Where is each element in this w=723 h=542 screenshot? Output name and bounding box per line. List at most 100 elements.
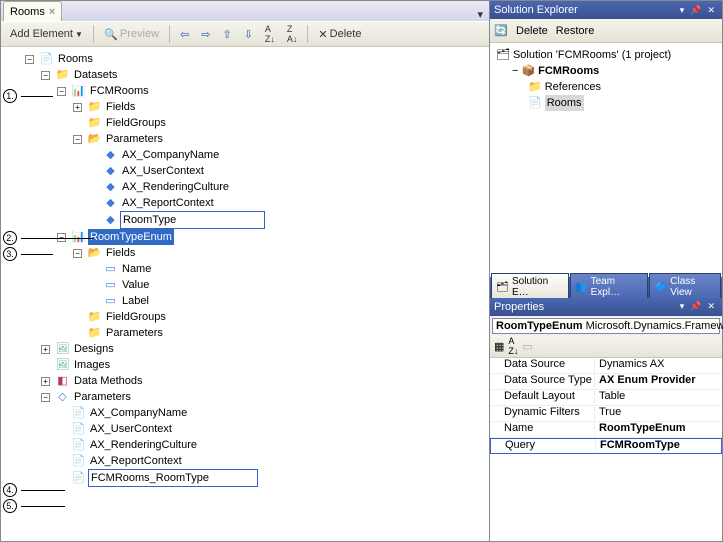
tree-fieldgroups[interactable]: 📁FieldGroups bbox=[73, 115, 489, 131]
params-icon: ◇ bbox=[55, 390, 70, 404]
tree-fields2[interactable]: −📂Fields bbox=[73, 245, 489, 261]
tree-parameters[interactable]: −📂Parameters bbox=[73, 131, 489, 147]
properties-object-selector[interactable]: RoomTypeEnum Microsoft.Dynamics.Framew ▼ bbox=[492, 318, 720, 334]
param-icon: ◆ bbox=[103, 164, 118, 178]
tab-overflow-button[interactable]: ▾ bbox=[471, 8, 489, 21]
tree-datamethods[interactable]: +◧Data Methods bbox=[41, 373, 489, 389]
expand-icon[interactable]: + bbox=[41, 377, 50, 386]
sort-desc-button[interactable]: ZA↓ bbox=[282, 21, 303, 47]
tree-p-room[interactable]: 📄FCMRooms_RoomType bbox=[57, 469, 489, 487]
tree-label[interactable]: ▭Label bbox=[89, 293, 489, 309]
tree-ax-company[interactable]: ◆AX_CompanyName bbox=[89, 147, 489, 163]
tree-parameters2[interactable]: −◇Parameters bbox=[41, 389, 489, 405]
tree-name[interactable]: ▭Name bbox=[89, 261, 489, 277]
prop-value[interactable]: Table bbox=[595, 390, 722, 405]
method-icon: ◧ bbox=[55, 374, 70, 388]
se-solution[interactable]: 🗂Solution 'FCMRooms' (1 project) bbox=[496, 47, 718, 63]
tree-p-ax-report[interactable]: 📄AX_ReportContext bbox=[57, 453, 489, 469]
designs-icon: 🖼 bbox=[55, 342, 70, 356]
sort-icon[interactable]: AZ↓ bbox=[508, 336, 518, 356]
sort-asc-button[interactable]: AZ↓ bbox=[260, 21, 280, 47]
callout-2: 2. bbox=[3, 231, 17, 245]
tree-ax-culture[interactable]: ◆AX_RenderingCulture bbox=[89, 179, 489, 195]
collapse-icon[interactable]: − bbox=[57, 233, 66, 242]
param-file-icon: 📄 bbox=[71, 422, 86, 436]
tree-fields[interactable]: +📁Fields bbox=[73, 99, 489, 115]
panel-menu-icon[interactable]: ▾ bbox=[677, 5, 688, 16]
pin-icon[interactable]: 📌 bbox=[687, 301, 704, 312]
pin-icon[interactable]: 📌 bbox=[687, 5, 704, 16]
collapse-icon[interactable]: − bbox=[41, 393, 50, 402]
folder-icon: 📁 bbox=[87, 310, 102, 324]
close-tab-icon[interactable]: × bbox=[49, 6, 55, 18]
model-tree[interactable]: 1. 2. 3. 4. 5. −📄Rooms −📁Datasets −📊FCMR… bbox=[1, 47, 489, 541]
se-restore-button[interactable]: Restore bbox=[556, 25, 595, 37]
folder-icon: 📁 bbox=[87, 100, 102, 114]
add-element-button[interactable]: Add Element ▼ bbox=[5, 25, 88, 43]
tree-p-ax-company[interactable]: 📄AX_CompanyName bbox=[57, 405, 489, 421]
tree-designs[interactable]: +🖼Designs bbox=[41, 341, 489, 357]
search-icon: 🔍 bbox=[104, 28, 118, 41]
nav-down-button[interactable]: ⇩ bbox=[239, 25, 258, 44]
tree-roomtype[interactable]: ◆RoomType bbox=[89, 211, 489, 229]
field-icon: ▭ bbox=[103, 294, 118, 308]
close-icon[interactable]: ✕ bbox=[704, 301, 718, 312]
tab-rooms-label: Rooms bbox=[10, 6, 45, 18]
tree-fcmrooms[interactable]: −📊FCMRooms bbox=[57, 83, 489, 99]
param-file-icon: 📄 bbox=[71, 454, 86, 468]
se-rooms[interactable]: 📄Rooms bbox=[528, 95, 718, 111]
param-file-icon: 📄 bbox=[71, 471, 86, 485]
param-file-icon: 📄 bbox=[71, 438, 86, 452]
tree-images[interactable]: 🖼Images bbox=[41, 357, 489, 373]
tree-ax-report[interactable]: ◆AX_ReportContext bbox=[89, 195, 489, 211]
se-project[interactable]: −📦FCMRooms bbox=[512, 63, 718, 79]
tree-roomtypeenum[interactable]: −📊RoomTypeEnum bbox=[57, 229, 489, 245]
se-references[interactable]: 📁References bbox=[528, 79, 718, 95]
solution-icon: 🗂 bbox=[496, 47, 510, 63]
prop-value[interactable]: True bbox=[595, 406, 722, 421]
nav-up-button[interactable]: ⇧ bbox=[217, 25, 236, 44]
callout-5: 5. bbox=[3, 499, 17, 513]
tree-p-ax-user[interactable]: 📄AX_UserContext bbox=[57, 421, 489, 437]
solution-explorer-toolbar: 🔄 Delete Restore bbox=[490, 19, 722, 43]
categorize-icon[interactable]: ▦ bbox=[494, 340, 504, 353]
nav-back-button[interactable]: ⇦ bbox=[175, 25, 194, 44]
collapse-icon[interactable]: − bbox=[512, 63, 518, 79]
delete-button[interactable]: ✕ Delete bbox=[313, 25, 366, 44]
field-icon: ▭ bbox=[103, 278, 118, 292]
tree-root[interactable]: −📄Rooms bbox=[25, 51, 489, 67]
tab-rooms[interactable]: Rooms × bbox=[3, 1, 62, 21]
callout-1: 1. bbox=[3, 89, 17, 103]
images-icon: 🖼 bbox=[55, 358, 70, 372]
tree-value[interactable]: ▭Value bbox=[89, 277, 489, 293]
panel-menu-icon[interactable]: ▾ bbox=[677, 301, 688, 312]
collapse-icon[interactable]: − bbox=[57, 87, 66, 96]
param-icon: ◆ bbox=[103, 148, 118, 162]
prop-value[interactable]: AX Enum Provider bbox=[595, 374, 722, 389]
refresh-icon[interactable]: 🔄 bbox=[494, 24, 508, 37]
tree-parameters3[interactable]: 📁Parameters bbox=[73, 325, 489, 341]
collapse-icon[interactable]: − bbox=[73, 135, 82, 144]
collapse-icon[interactable]: − bbox=[25, 55, 34, 64]
tree-ax-user[interactable]: ◆AX_UserContext bbox=[89, 163, 489, 179]
tree-datasets[interactable]: −📁Datasets bbox=[41, 67, 489, 83]
prop-value[interactable]: RoomTypeEnum bbox=[595, 422, 722, 437]
se-delete-button[interactable]: Delete bbox=[516, 25, 548, 37]
expand-icon[interactable]: + bbox=[41, 345, 50, 354]
preview-button[interactable]: 🔍Preview bbox=[99, 25, 164, 44]
callout-3: 3. bbox=[3, 247, 17, 261]
solution-explorer-tree[interactable]: 🗂Solution 'FCMRooms' (1 project) −📦FCMRo… bbox=[490, 43, 722, 277]
prop-value[interactable]: Dynamics AX bbox=[595, 358, 722, 373]
nav-fwd-button[interactable]: ⇨ bbox=[196, 25, 215, 44]
prop-value[interactable]: FCMRoomType bbox=[596, 439, 721, 453]
model-toolbar: Add Element ▼ 🔍Preview ⇦ ⇨ ⇧ ⇩ AZ↓ ZA↓ ✕… bbox=[1, 21, 489, 47]
class-view-icon: 🔷 bbox=[654, 282, 667, 293]
close-icon[interactable]: ✕ bbox=[704, 5, 718, 16]
collapse-icon[interactable]: − bbox=[73, 249, 82, 258]
tree-p-ax-culture[interactable]: 📄AX_RenderingCulture bbox=[57, 437, 489, 453]
property-pages-icon[interactable]: ▭ bbox=[522, 340, 532, 353]
expand-icon[interactable]: + bbox=[73, 103, 82, 112]
properties-grid[interactable]: Data SourceDynamics AX Data Source TypeA… bbox=[490, 358, 722, 542]
tree-fieldgroups2[interactable]: 📁FieldGroups bbox=[73, 309, 489, 325]
collapse-icon[interactable]: − bbox=[41, 71, 50, 80]
